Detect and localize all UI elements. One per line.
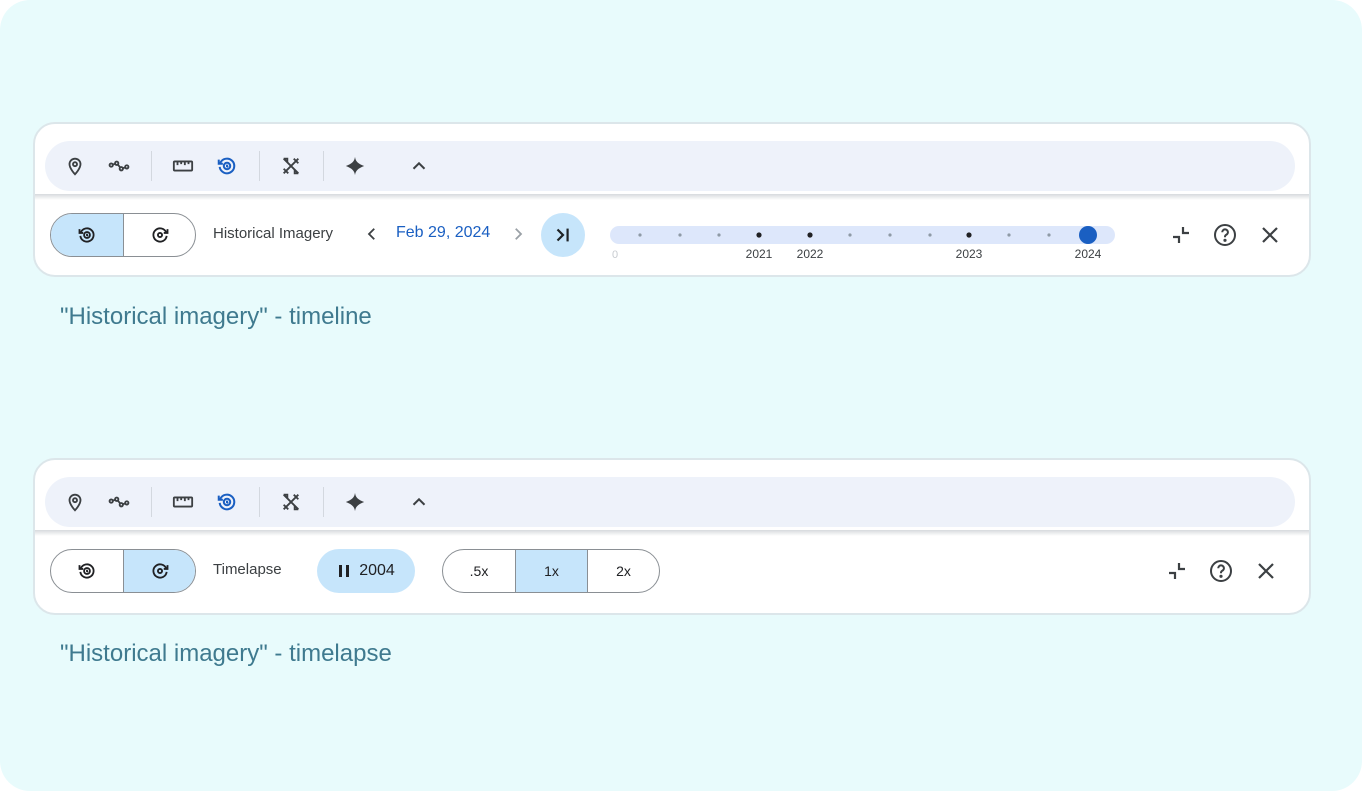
imagery-timeline[interactable]: 0 2021 2022 2023 2024: [610, 210, 1120, 262]
toolbar-divider: [151, 487, 152, 517]
speed-option-half[interactable]: .5x: [443, 550, 515, 592]
timeline-tick: [1007, 233, 1011, 237]
historical-imagery-timelapse-panel: Timelapse 2004 .5x 1x 2x: [33, 458, 1311, 615]
toolbar-divider: [323, 151, 324, 181]
historical-mode-button[interactable]: [51, 550, 123, 592]
chevron-up-icon[interactable]: [405, 152, 433, 180]
timeline-tick: [848, 233, 852, 237]
collapse-button[interactable]: [1163, 557, 1191, 585]
timeline-start-label: 0: [612, 249, 618, 261]
jump-to-latest-button[interactable]: [541, 213, 585, 257]
timelapse-icon: [152, 563, 168, 579]
pin-icon[interactable]: [61, 488, 89, 516]
timeline-year-label: 2023: [956, 247, 983, 261]
timeline-track: [610, 226, 1115, 244]
timeline-tick: [678, 233, 682, 237]
timelapse-mode-button[interactable]: [123, 214, 195, 256]
sparkle-icon[interactable]: [341, 152, 369, 180]
close-button[interactable]: [1252, 557, 1280, 585]
selected-date[interactable]: Feb 29, 2024: [396, 224, 490, 242]
collapse-icon: [1169, 563, 1185, 579]
timeline-year-dot[interactable]: [807, 232, 813, 238]
pause-button[interactable]: 2004: [317, 549, 415, 593]
tools-icon[interactable]: [277, 152, 305, 180]
history-icon[interactable]: [213, 488, 241, 516]
help-icon: [1210, 560, 1232, 582]
timelapse-icon: [152, 227, 168, 243]
tools-toolbar: [45, 141, 1295, 191]
historical-imagery-label: Historical Imagery: [213, 225, 334, 242]
toolbar-divider: [259, 487, 260, 517]
next-date-button[interactable]: [507, 223, 529, 245]
history-icon[interactable]: [213, 152, 241, 180]
mode-toggle: [50, 213, 196, 257]
timelapse-label: Timelapse: [213, 561, 282, 578]
path-icon[interactable]: [105, 488, 133, 516]
timeline-year-dot[interactable]: [966, 232, 972, 238]
pin-icon[interactable]: [61, 152, 89, 180]
chevron-left-icon: [367, 228, 375, 240]
help-button[interactable]: [1207, 557, 1235, 585]
sparkle-icon[interactable]: [341, 488, 369, 516]
timeline-year-label: 2022: [797, 247, 824, 261]
timelapse-caption: "Historical imagery" - timelapse: [60, 640, 392, 667]
close-icon: [1262, 227, 1278, 243]
timeline-tick: [638, 233, 642, 237]
history-icon: [78, 227, 95, 243]
previous-date-button[interactable]: [361, 223, 383, 245]
speed-option-1x[interactable]: 1x: [515, 550, 587, 592]
speed-selector: .5x 1x 2x: [442, 549, 660, 593]
toolbar-separator: [35, 530, 1309, 536]
collapse-button[interactable]: [1167, 221, 1195, 249]
historical-imagery-timeline-panel: Historical Imagery Feb 29, 2024 0 2021 2…: [33, 122, 1311, 277]
canvas: Historical Imagery Feb 29, 2024 0 2021 2…: [0, 0, 1362, 791]
timeline-tick: [1047, 233, 1051, 237]
chevron-right-icon: [515, 228, 523, 240]
timeline-selected-handle[interactable]: [1079, 226, 1097, 244]
pause-icon: [339, 565, 350, 577]
close-button[interactable]: [1256, 221, 1284, 249]
timeline-svg: 0 2021 2022 2023 2024: [610, 226, 1115, 261]
speed-option-2x[interactable]: 2x: [587, 550, 659, 592]
timeline-controls-row: Historical Imagery Feb 29, 2024 0 2021 2…: [35, 210, 1309, 262]
help-button[interactable]: [1211, 221, 1239, 249]
timeline-year-dot[interactable]: [756, 232, 762, 238]
close-icon: [1258, 563, 1274, 579]
timeline-year-label: 2021: [746, 247, 773, 261]
timeline-tick: [928, 233, 932, 237]
skip-to-end-icon: [556, 228, 569, 242]
toolbar-separator: [35, 194, 1309, 200]
timelapse-year: 2004: [359, 562, 395, 579]
timelapse-mode-button[interactable]: [123, 550, 195, 592]
mode-toggle: [50, 549, 196, 593]
tools-toolbar: [45, 477, 1295, 527]
timelapse-controls-row: Timelapse 2004 .5x 1x 2x: [35, 546, 1309, 598]
path-icon[interactable]: [105, 152, 133, 180]
chevron-up-icon[interactable]: [405, 488, 433, 516]
toolbar-divider: [259, 151, 260, 181]
collapse-icon: [1173, 227, 1189, 243]
timeline-year-label: 2024: [1075, 247, 1102, 261]
toolbar-divider: [323, 487, 324, 517]
timeline-tick: [717, 233, 721, 237]
historical-mode-button[interactable]: [51, 214, 123, 256]
timeline-tick: [888, 233, 892, 237]
ruler-icon[interactable]: [169, 488, 197, 516]
toolbar-divider: [151, 151, 152, 181]
timeline-caption: "Historical imagery" - timeline: [60, 303, 372, 330]
tools-icon[interactable]: [277, 488, 305, 516]
ruler-icon[interactable]: [169, 152, 197, 180]
history-icon: [78, 563, 95, 579]
help-icon: [1214, 224, 1236, 246]
